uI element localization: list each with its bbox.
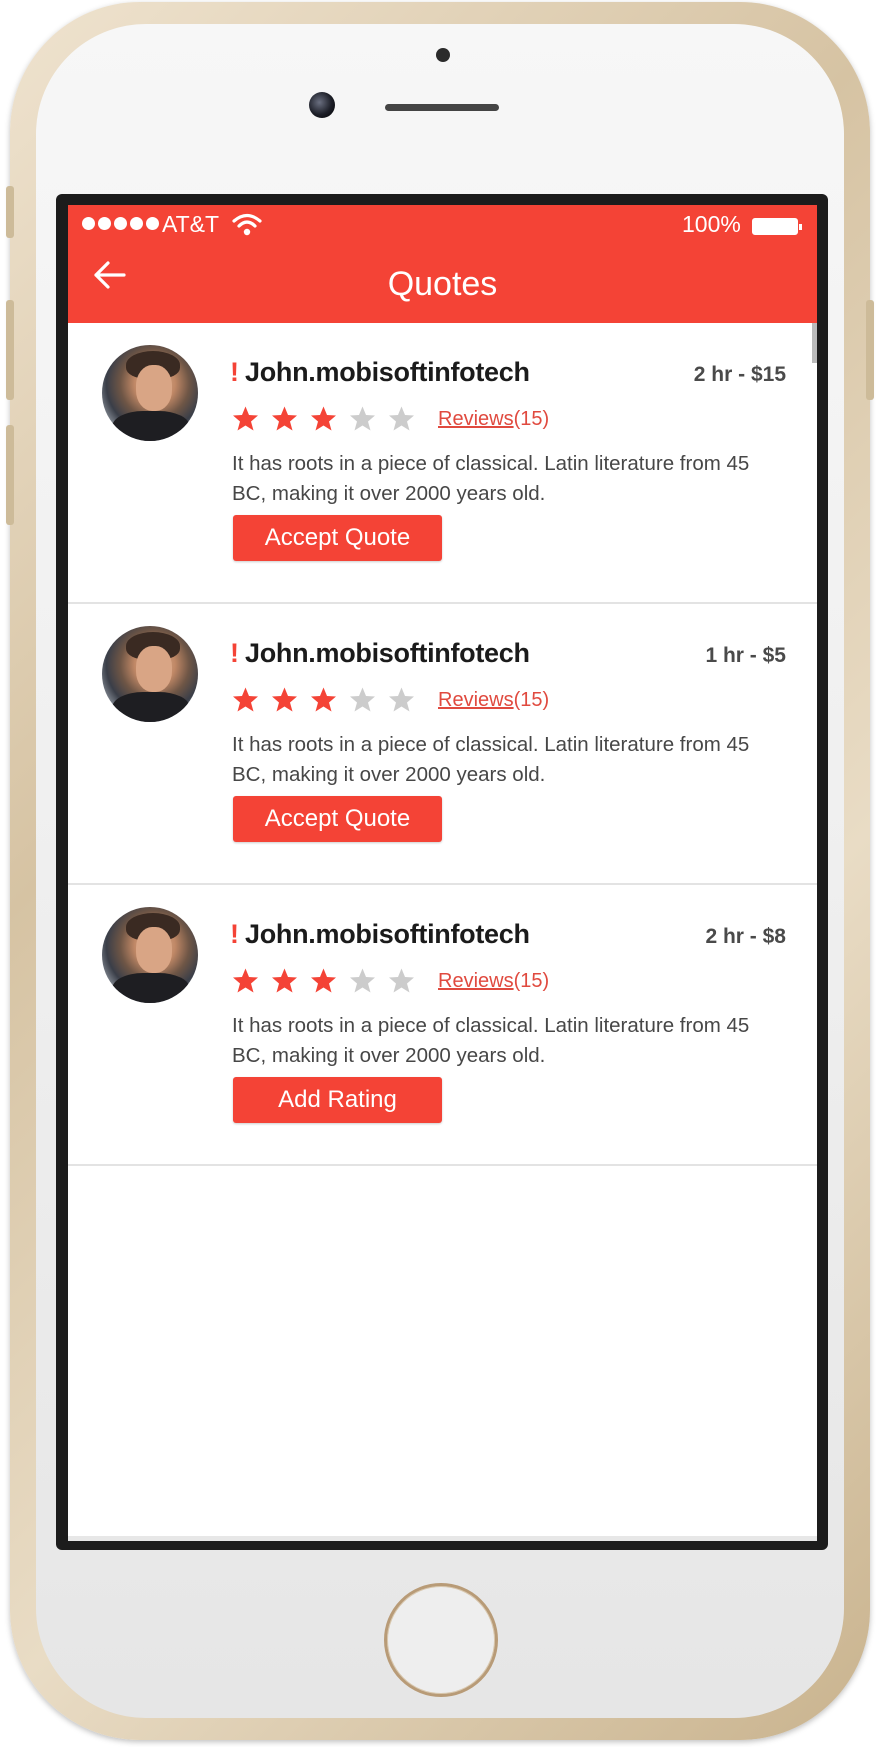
quote-card: ! John.mobisoftinfotech 2 hr - $15 Review… — [68, 323, 817, 604]
earpiece-speaker — [385, 104, 499, 111]
avatar — [102, 345, 198, 441]
star-rating — [232, 967, 415, 994]
quote-price: 1 hr - $5 — [705, 644, 786, 667]
power-button — [866, 300, 874, 400]
quote-list: ! John.mobisoftinfotech 2 hr - $15 Review… — [68, 323, 817, 1166]
quote-card: ! John.mobisoftinfotech 2 hr - $8 Reviews… — [68, 885, 817, 1166]
front-camera — [309, 92, 335, 118]
star-filled-icon — [233, 687, 258, 712]
provider-name: John.mobisoftinfotech — [245, 638, 530, 668]
avatar — [102, 626, 198, 722]
star-rating — [232, 405, 415, 432]
volume-down-button — [6, 425, 14, 525]
star-empty-icon — [350, 687, 375, 712]
volume-up-button — [6, 300, 14, 400]
quote-price: 2 hr - $15 — [693, 363, 786, 386]
star-rating — [232, 686, 415, 713]
page-title: Quotes — [387, 265, 498, 303]
star-empty-icon — [350, 968, 375, 993]
quote-description: It has roots in a piece of classical. La… — [232, 1014, 750, 1067]
provider-name: John.mobisoftinfotech — [245, 919, 530, 949]
star-filled-icon — [233, 406, 258, 431]
alert-icon: ! — [230, 357, 239, 387]
reviews-link[interactable]: Reviews — [438, 408, 514, 430]
battery-percentage: 100% — [682, 211, 741, 237]
star-filled-icon — [233, 968, 258, 993]
star-empty-icon — [389, 968, 414, 993]
app-screen: AT&T 100% Quotes ! John.mobisoftinfotech … — [68, 205, 817, 1541]
star-empty-icon — [389, 687, 414, 712]
signal-strength-icon — [82, 217, 159, 230]
quote-price: 2 hr - $8 — [705, 925, 786, 948]
star-filled-icon — [272, 406, 297, 431]
quote-card: ! John.mobisoftinfotech 1 hr - $5 Reviews… — [68, 604, 817, 885]
screen-bottom-edge — [68, 1536, 817, 1541]
alert-icon: ! — [230, 638, 239, 668]
avatar — [102, 907, 198, 1003]
star-empty-icon — [389, 406, 414, 431]
star-filled-icon — [272, 968, 297, 993]
battery-icon — [752, 218, 802, 235]
reviews-link[interactable]: Reviews — [438, 970, 514, 992]
reviews-count: (15) — [513, 970, 550, 992]
star-empty-icon — [350, 406, 375, 431]
alert-icon: ! — [230, 919, 239, 949]
home-button[interactable] — [384, 1583, 498, 1697]
provider-name: John.mobisoftinfotech — [245, 357, 530, 387]
star-filled-icon — [311, 406, 336, 431]
mute-switch — [6, 186, 14, 238]
quote-action-button[interactable]: Accept Quote — [233, 515, 442, 561]
carrier-name: AT&T — [162, 211, 220, 237]
wifi-icon — [232, 213, 262, 236]
status-bar: AT&T 100% — [68, 205, 817, 247]
quote-description: It has roots in a piece of classical. La… — [232, 452, 750, 505]
reviews-count: (15) — [513, 689, 550, 711]
star-filled-icon — [311, 968, 336, 993]
quote-action-button[interactable]: Accept Quote — [233, 796, 442, 842]
star-filled-icon — [272, 687, 297, 712]
quote-action-button[interactable]: Add Rating — [233, 1077, 442, 1123]
quote-description: It has roots in a piece of classical. La… — [232, 733, 750, 786]
app-bar: AT&T 100% Quotes — [68, 205, 817, 323]
proximity-sensor — [436, 48, 450, 62]
reviews-count: (15) — [513, 408, 550, 430]
reviews-link[interactable]: Reviews — [438, 689, 514, 711]
star-filled-icon — [311, 687, 336, 712]
